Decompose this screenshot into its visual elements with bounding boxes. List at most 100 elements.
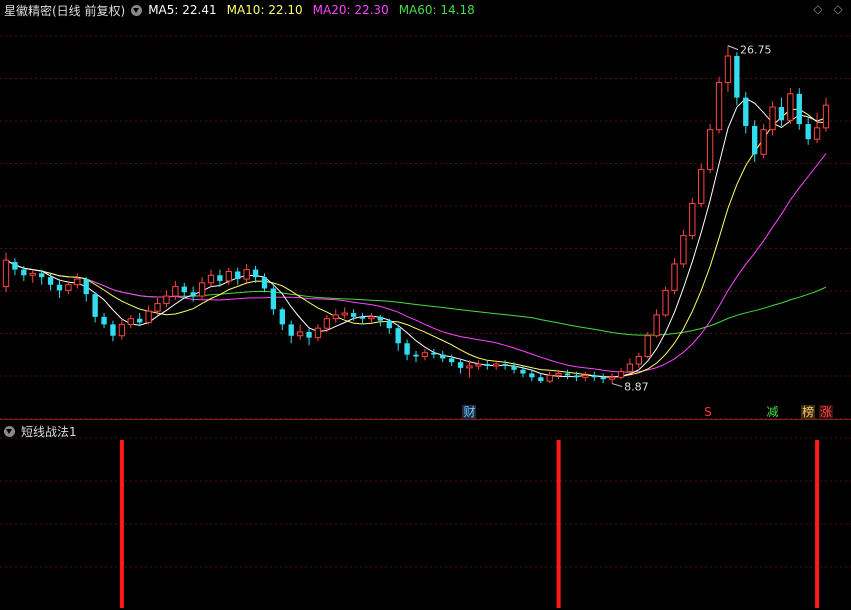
candle-body bbox=[145, 310, 152, 324]
candle-body bbox=[172, 286, 179, 297]
candle-body bbox=[47, 277, 54, 285]
candle-body bbox=[217, 275, 223, 281]
candle-body bbox=[235, 271, 241, 280]
low-price-label: 8.87 bbox=[624, 381, 649, 394]
candle-body bbox=[555, 373, 562, 376]
low-pointer bbox=[611, 383, 623, 388]
candle-body bbox=[653, 314, 660, 337]
candlestick-chart[interactable]: 26.75 8.87 bbox=[0, 0, 851, 610]
candle-body bbox=[511, 365, 517, 370]
candle-body bbox=[350, 313, 357, 317]
candle-body bbox=[288, 324, 294, 336]
candle-body bbox=[689, 202, 696, 237]
candle-body bbox=[83, 279, 89, 295]
candle-body bbox=[448, 358, 455, 363]
candle-body bbox=[21, 269, 27, 276]
candle-body bbox=[457, 362, 464, 368]
chevron-down-icon[interactable] bbox=[4, 425, 15, 437]
stock-title: 星徽精密(日线 前复权) bbox=[4, 3, 126, 18]
candle-body bbox=[546, 374, 553, 382]
candle-body bbox=[752, 125, 758, 155]
chevron-down-icon[interactable] bbox=[131, 4, 143, 16]
candle-body bbox=[404, 343, 410, 355]
candle-body bbox=[306, 331, 312, 338]
candle-body bbox=[386, 320, 392, 329]
candle-body bbox=[127, 318, 134, 325]
candle-body bbox=[475, 363, 482, 367]
signal-marker[interactable]: S bbox=[703, 405, 713, 419]
stock-chart[interactable]: 26.75 8.87 星徽精密(日线 前复权) MA5: 22.41 MA10: … bbox=[0, 0, 851, 610]
signal-marker[interactable]: 榜 bbox=[801, 405, 816, 419]
candle-body bbox=[395, 328, 401, 344]
candle-body bbox=[74, 278, 81, 286]
settings-icon[interactable]: ◇ bbox=[831, 2, 845, 16]
candle-body bbox=[582, 374, 589, 378]
candle-body bbox=[698, 168, 705, 204]
candle-body bbox=[163, 295, 170, 305]
candle-body bbox=[413, 354, 419, 357]
ma10-label: MA10: 22.10 bbox=[226, 3, 303, 17]
candle-body bbox=[822, 104, 830, 129]
signal-marker[interactable]: 涨 bbox=[819, 405, 834, 419]
candle-body bbox=[796, 93, 802, 125]
candle-body bbox=[529, 373, 535, 378]
diamond-icon[interactable]: ◇ bbox=[811, 2, 825, 16]
candle-body bbox=[706, 129, 714, 170]
candle-body bbox=[421, 352, 429, 358]
ma20-label: MA20: 22.30 bbox=[312, 3, 389, 17]
candle-body bbox=[341, 312, 348, 316]
candle-body bbox=[644, 335, 651, 358]
candle-body bbox=[332, 314, 339, 320]
candle-body bbox=[493, 363, 500, 367]
candle-body bbox=[190, 292, 196, 297]
panel-divider[interactable] bbox=[0, 419, 851, 420]
signal-marker[interactable]: 减 bbox=[766, 405, 780, 419]
candle-body bbox=[538, 377, 544, 382]
candle-body bbox=[431, 352, 437, 355]
candle-body bbox=[296, 331, 304, 337]
candle-body bbox=[662, 289, 669, 316]
main-chart-header: 星徽精密(日线 前复权) MA5: 22.41 MA10: 22.10 MA20… bbox=[0, 0, 485, 20]
candle-body bbox=[92, 294, 98, 317]
candle-body bbox=[65, 284, 72, 291]
candle-body bbox=[56, 284, 63, 291]
candle-body bbox=[715, 81, 723, 131]
ma5-line bbox=[5, 97, 827, 378]
candle-body bbox=[29, 272, 36, 276]
candle-body bbox=[198, 282, 206, 297]
candle-body bbox=[502, 364, 508, 366]
candle-body bbox=[207, 274, 215, 284]
candle-body bbox=[225, 270, 233, 282]
candle-body bbox=[787, 93, 794, 121]
signal-marker[interactable]: 财 bbox=[462, 405, 477, 419]
candle-body bbox=[484, 364, 490, 366]
candle-body bbox=[734, 56, 740, 98]
signal-bar bbox=[119, 440, 124, 608]
candle-body bbox=[805, 124, 811, 140]
candle-body bbox=[769, 106, 776, 131]
high-pointer bbox=[727, 45, 739, 51]
candle-body bbox=[724, 55, 732, 83]
candle-body bbox=[12, 262, 18, 270]
candle-body bbox=[118, 323, 126, 337]
candle-body bbox=[573, 375, 580, 378]
candle-body bbox=[359, 316, 366, 319]
candle-body bbox=[600, 377, 606, 380]
chart-controls: ◇ ◇ bbox=[811, 2, 845, 16]
candle-body bbox=[466, 365, 473, 369]
candle-body bbox=[743, 97, 749, 126]
candle-body bbox=[38, 273, 45, 278]
candle-body bbox=[270, 288, 277, 310]
ma10-line bbox=[5, 108, 827, 378]
candle-body bbox=[680, 235, 687, 265]
candle-body bbox=[635, 356, 642, 365]
candle-body bbox=[181, 286, 187, 293]
ma60-label: MA60: 14.18 bbox=[398, 3, 475, 17]
candle-body bbox=[617, 371, 625, 378]
candle-body bbox=[368, 316, 375, 320]
candle-body bbox=[279, 309, 285, 325]
candle-body bbox=[778, 107, 785, 121]
high-price-label: 26.75 bbox=[740, 44, 772, 57]
candle-body bbox=[760, 129, 767, 155]
candle-body bbox=[591, 375, 597, 378]
